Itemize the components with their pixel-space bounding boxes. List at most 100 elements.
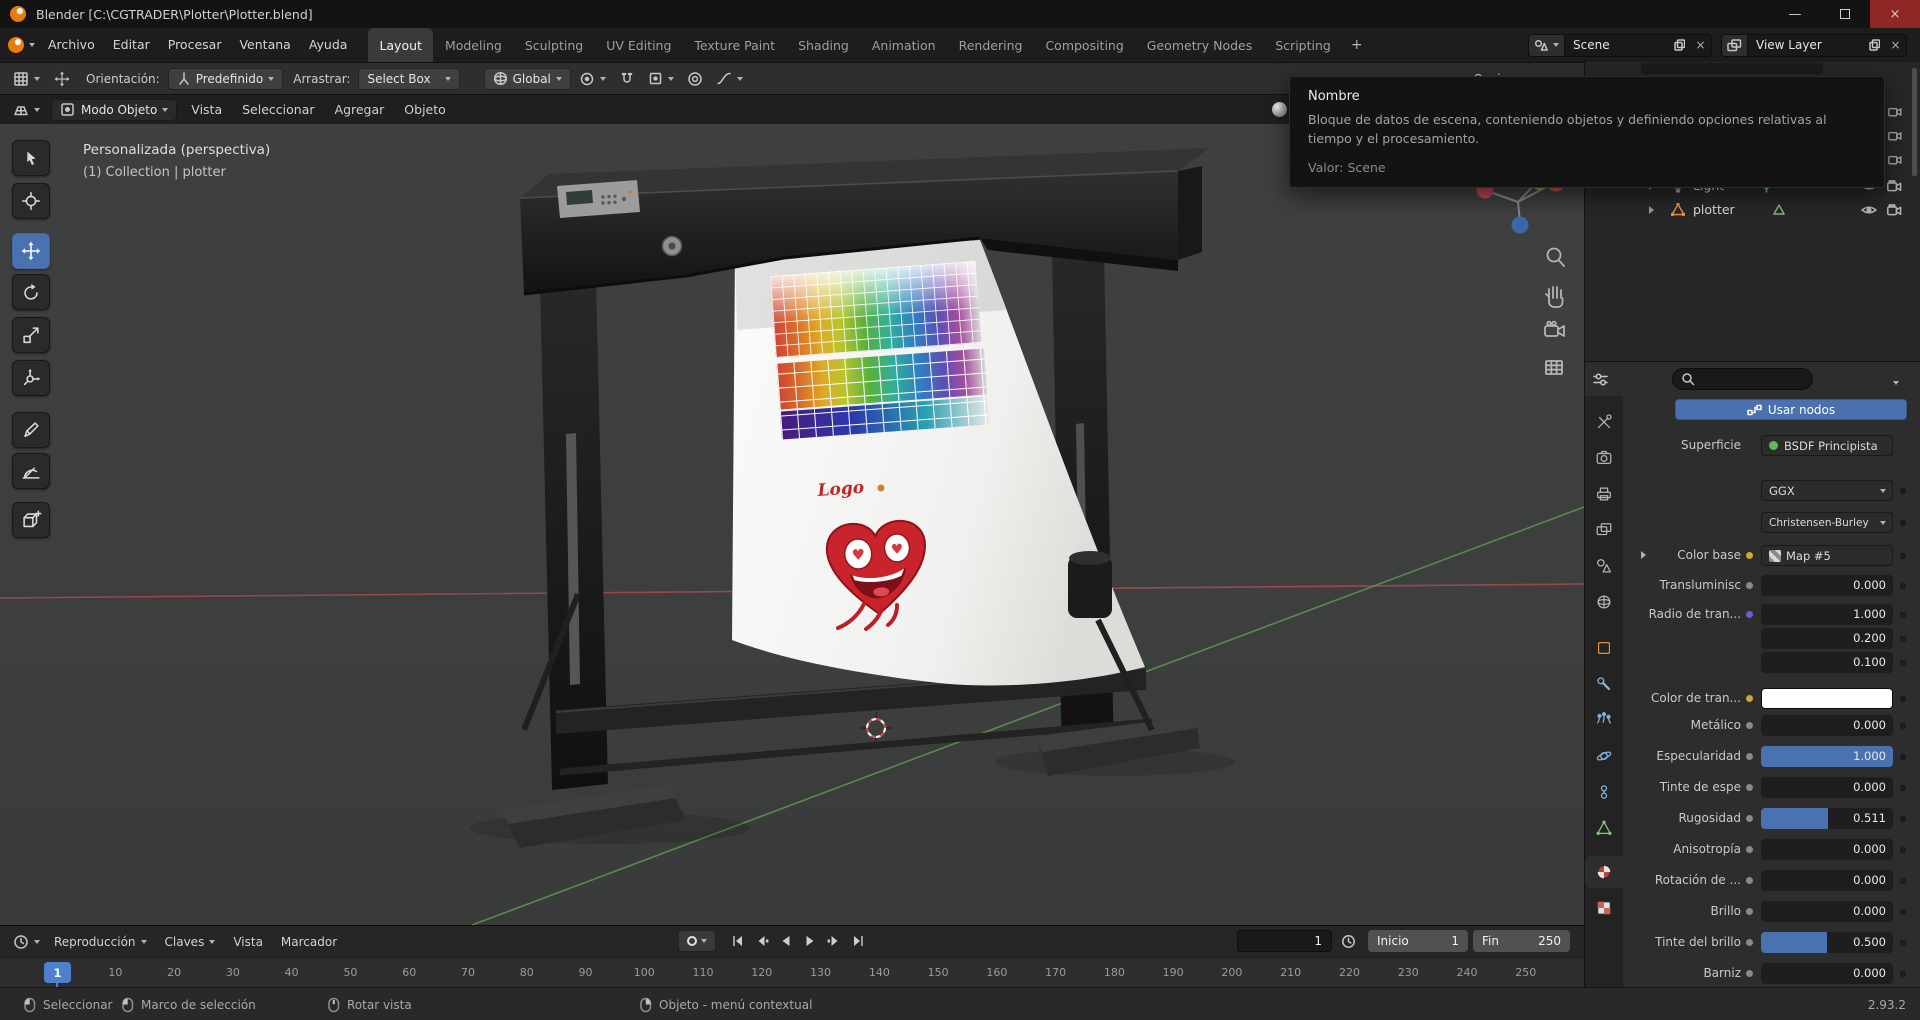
viewport-editor-type-dropdown[interactable] (8, 99, 45, 121)
transform-orientation-dropdown[interactable]: Global (483, 67, 571, 90)
disable-render-camera-icon[interactable] (1887, 180, 1902, 192)
workspace-tab[interactable]: Geometry Nodes (1136, 28, 1263, 62)
playhead[interactable]: 1 (44, 962, 71, 983)
outliner-search-sliver[interactable] (1641, 63, 1823, 74)
material-value-slider[interactable]: 0.000 (1761, 870, 1893, 891)
snap-settings-dropdown[interactable] (643, 68, 679, 90)
move-tool-button[interactable] (12, 233, 50, 269)
properties-tab-tool[interactable] (1585, 406, 1623, 438)
properties-tab-modifiers[interactable] (1585, 668, 1623, 700)
workspace-tab[interactable]: Compositing (1034, 28, 1134, 62)
workspace-tab[interactable]: Shading (787, 28, 860, 62)
outliner-row-plotter[interactable]: plotter (1585, 198, 1920, 222)
pan-hand-icon[interactable] (1545, 286, 1564, 308)
maximize-button[interactable] (1820, 0, 1870, 28)
camera-column-icon[interactable] (1888, 130, 1902, 141)
select-box-tool-button[interactable] (12, 140, 50, 176)
material-value-slider[interactable]: 1.000 (1761, 746, 1893, 767)
gizmo-z-axis-ball[interactable] (1511, 216, 1529, 234)
properties-tab-scene[interactable] (1585, 550, 1623, 582)
annotate-tool-button[interactable] (12, 412, 50, 448)
plotter-object[interactable]: Logo ♥ ♥ (500, 148, 1210, 848)
scale-tool-button[interactable] (12, 317, 50, 353)
previous-keyframe-button[interactable] (750, 930, 774, 952)
minimize-button[interactable]: — (1770, 0, 1820, 28)
timeline-menu-view[interactable]: Vista (224, 935, 272, 949)
menubar-menu-item[interactable]: Ventana (230, 28, 299, 62)
camera-column-icon[interactable] (1888, 106, 1902, 117)
disable-render-camera-icon[interactable] (1887, 204, 1902, 216)
subsurface-method-dropdown[interactable]: Christensen-Burley (1761, 512, 1893, 533)
rotate-tool-button[interactable] (12, 274, 50, 310)
proportional-editing-toggle[interactable] (682, 68, 708, 90)
frame-end-field[interactable]: Fin 250 (1473, 930, 1570, 952)
properties-tab-render[interactable] (1585, 442, 1623, 474)
workspace-tab[interactable]: Modeling (434, 28, 513, 62)
browse-scene-button[interactable] (1529, 34, 1565, 56)
jump-to-start-button[interactable] (726, 930, 750, 952)
orientation-dropdown[interactable]: Predefinido (167, 67, 284, 90)
camera-column-icon[interactable] (1888, 154, 1902, 165)
blender-menu-button[interactable] (8, 37, 35, 53)
material-value-slider[interactable]: 0.000 (1761, 901, 1893, 922)
workspace-tab[interactable]: Animation (861, 28, 947, 62)
add-workspace-button[interactable]: + (1343, 28, 1371, 62)
cursor-tool-button[interactable] (12, 183, 50, 219)
workspace-tab[interactable]: UV Editing (595, 28, 682, 62)
next-keyframe-button[interactable] (822, 930, 846, 952)
workspace-tab[interactable]: Sculpting (514, 28, 594, 62)
menubar-menu-item[interactable]: Editar (104, 28, 159, 62)
subsurface-radius-y-field[interactable]: 0.200 (1761, 628, 1893, 649)
viewport-shading-icon[interactable] (1272, 102, 1287, 120)
viewport-menu-item[interactable]: Agregar (325, 95, 395, 125)
mode-dropdown[interactable]: Modo Objeto (51, 98, 178, 121)
camera-view-icon[interactable] (1544, 320, 1565, 337)
material-value-slider[interactable]: 0.000 (1761, 777, 1893, 798)
menubar-menu-item[interactable]: Ayuda (300, 28, 357, 62)
auto-keyframe-record-button[interactable] (678, 930, 716, 952)
use-nodes-button[interactable]: Usar nodos (1675, 399, 1907, 420)
workspace-tab[interactable]: Scripting (1264, 28, 1342, 62)
timeline-menu-keys[interactable]: Claves (156, 935, 225, 949)
material-value-slider[interactable]: 0.000 (1761, 963, 1893, 984)
use-preview-range-icon[interactable] (1341, 934, 1356, 949)
add-cube-tool-button[interactable] (12, 502, 50, 538)
view-layer-icon-button[interactable] (1722, 34, 1748, 56)
workspace-tab[interactable]: Texture Paint (683, 28, 786, 62)
properties-editor-type-dropdown[interactable] (1592, 371, 1609, 388)
subsurface-radius-z-field[interactable]: 0.100 (1761, 652, 1893, 673)
material-value-slider[interactable]: 0.000 (1761, 839, 1893, 860)
material-value-slider[interactable]: 0.511 (1761, 808, 1893, 829)
jump-to-end-button[interactable] (846, 930, 870, 952)
scene-name-field[interactable]: Scene (1565, 38, 1669, 52)
zoom-icon[interactable] (1546, 247, 1565, 267)
close-button[interactable]: × (1870, 0, 1920, 28)
frame-start-field[interactable]: Inicio 1 (1368, 930, 1468, 952)
drag-mode-dropdown[interactable]: Select Box (358, 67, 460, 90)
workspace-tab[interactable]: Layout (368, 28, 433, 62)
viewport-3d[interactable]: Logo ♥ ♥ Personalizada (perspectiva) (1)… (0, 124, 1584, 925)
remove-view-layer-button[interactable]: × (1885, 35, 1906, 56)
properties-tab-view-layer[interactable] (1585, 514, 1623, 546)
hide-eye-icon[interactable] (1861, 205, 1877, 215)
new-scene-button[interactable] (1669, 35, 1690, 56)
subsurface-color-swatch[interactable] (1761, 688, 1893, 709)
base-color-texture-field[interactable]: Map #5 (1761, 545, 1893, 566)
material-value-slider[interactable]: 0.500 (1761, 932, 1893, 953)
workspace-tab[interactable]: Rendering (948, 28, 1034, 62)
timeline-ruler[interactable]: 10 20 30 40 50 60 70 80 90 100 110 120 130 140 150 160 1… (0, 957, 1584, 989)
play-button[interactable] (798, 930, 822, 952)
viewport-menu-item[interactable]: Vista (181, 95, 232, 125)
subsurface-radius-x-field[interactable]: 1.000 (1761, 604, 1893, 625)
orthographic-grid-icon[interactable] (1545, 360, 1563, 375)
subsurface-slider[interactable]: 0.000 (1761, 575, 1893, 596)
measure-tool-button[interactable] (12, 453, 50, 489)
unlink-scene-button[interactable]: × (1690, 35, 1711, 56)
properties-search-input[interactable] (1672, 368, 1813, 390)
outliner-scrollbar[interactable] (1912, 68, 1917, 176)
properties-filter-dropdown[interactable] (1888, 375, 1899, 389)
properties-tab-object[interactable] (1585, 632, 1623, 664)
viewport-menu-item[interactable]: Objeto (394, 95, 456, 125)
properties-tab-output[interactable] (1585, 478, 1623, 510)
pivot-point-dropdown[interactable] (574, 68, 611, 90)
